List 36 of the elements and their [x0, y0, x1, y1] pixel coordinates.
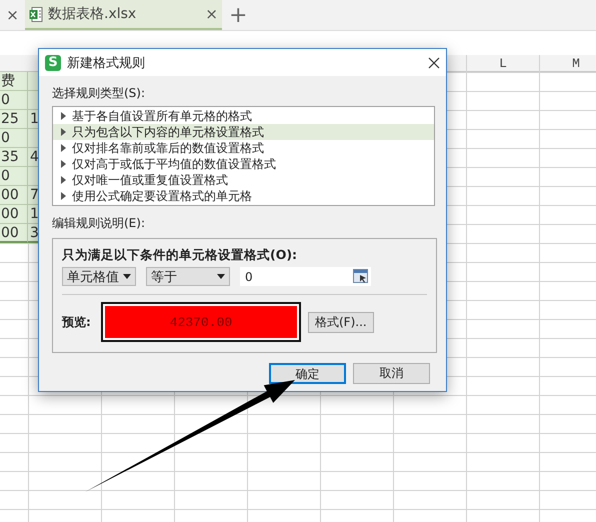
app-logo: S	[45, 54, 61, 70]
spreadsheet-file-icon	[29, 6, 43, 22]
table-cell: 0	[0, 167, 28, 186]
rule-type-item[interactable]: 仅对唯一值或重复值设置格式	[53, 172, 434, 188]
ok-button[interactable]: 确定	[269, 363, 346, 384]
format-button[interactable]: 格式(F)...	[308, 312, 374, 332]
rule-type-label: 仅对唯一值或重复值设置格式	[72, 172, 228, 188]
range-select-icon[interactable]	[353, 269, 368, 283]
close-icon[interactable]	[428, 56, 440, 68]
dropdown-arrow-icon	[217, 274, 225, 279]
section-label: 选择规则类型(S):	[52, 84, 146, 102]
table-cell: 35	[0, 148, 28, 167]
preview-sample: 42370.00	[105, 306, 297, 338]
close-tab-button[interactable]: ×	[205, 5, 218, 23]
column-header[interactable]: L	[466, 55, 539, 72]
new-tab-button[interactable]: +	[222, 0, 254, 30]
rule-type-item[interactable]: 只为包含以下内容的单元格设置格式	[53, 124, 434, 140]
tab-label: 数据表格.xlsx	[48, 5, 138, 23]
table-cell: 0	[0, 91, 28, 110]
dropdown-arrow-icon	[123, 274, 131, 279]
dialog-title: 新建格式规则	[67, 54, 146, 72]
table-cell: 00	[0, 224, 28, 243]
cancel-button[interactable]: 取消	[353, 363, 430, 384]
dropdown[interactable]: 单元格值	[62, 267, 136, 286]
column-header[interactable]: M	[539, 55, 596, 72]
table-cell: 25	[0, 110, 28, 129]
table-cell: 00	[0, 186, 28, 205]
close-tab-button[interactable]: ×	[0, 0, 25, 30]
table-cell: 0	[0, 129, 28, 148]
table-cell: 费	[0, 72, 28, 91]
preview-label: 预览:	[62, 314, 92, 330]
file-tab[interactable]: 数据表格.xlsx ×	[25, 0, 222, 30]
value-field[interactable]: 0	[240, 267, 371, 286]
table-cell: 00	[0, 205, 28, 224]
dropdown[interactable]: 等于	[146, 267, 230, 286]
condition-heading: 只为满足以下条件的单元格设置格式(O):	[62, 247, 298, 264]
